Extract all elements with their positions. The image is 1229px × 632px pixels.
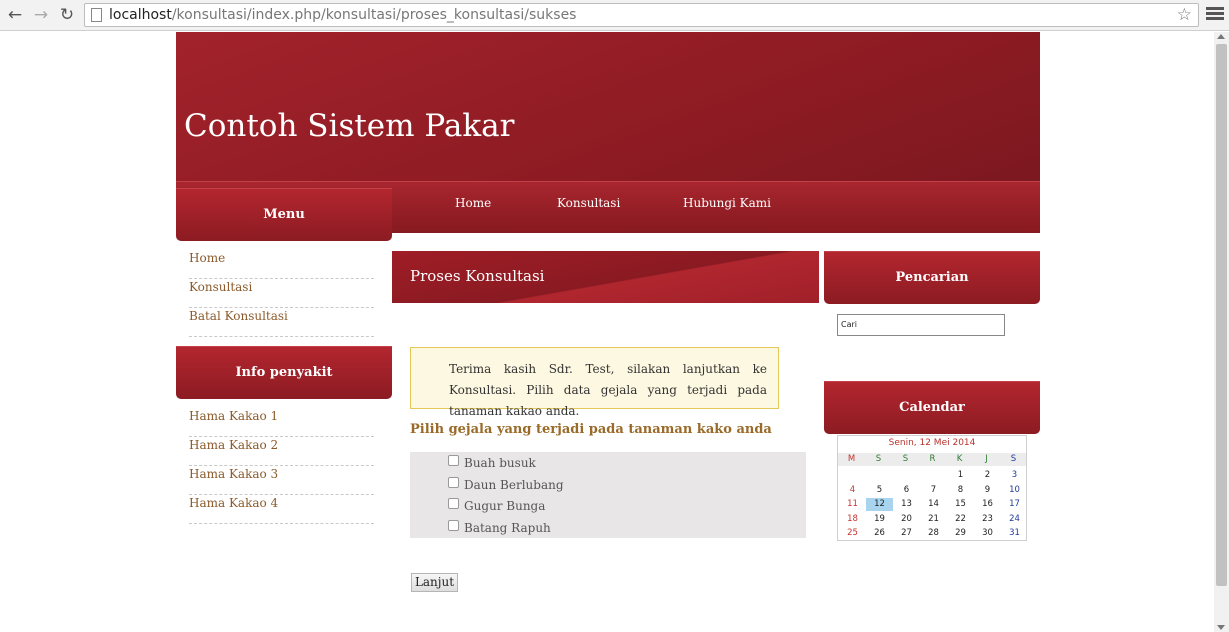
nav-home[interactable]: Home <box>455 196 491 210</box>
calendar-day[interactable]: 23 <box>974 513 1001 526</box>
info-message-text: Terima kasih Sdr. Test, silakan lanjutka… <box>449 362 767 418</box>
browser-toolbar: ← → ↻ localhost/konsultasi/index.php/kon… <box>0 0 1229 31</box>
url-text: localhost/konsultasi/index.php/konsultas… <box>109 7 577 23</box>
scroll-up-arrow-icon[interactable] <box>1217 34 1225 39</box>
symptom-list: Buah busuk Daun Berlubang Gugur Bunga Ba… <box>410 452 806 538</box>
page-title: Proses Konsultasi <box>410 267 545 285</box>
calendar-day[interactable]: 3 <box>1001 469 1028 482</box>
calendar-weekday-header: J <box>985 454 988 464</box>
calendar-weekday-header: R <box>929 454 936 464</box>
symptom-checkbox[interactable] <box>448 498 459 509</box>
calendar-day[interactable]: 18 <box>839 513 866 526</box>
calendar-weekday-row: MSSRKJS <box>838 453 1026 466</box>
info-message-box: Terima kasih Sdr. Test, silakan lanjutka… <box>410 347 779 418</box>
calendar-day-today[interactable]: 12 <box>866 498 893 511</box>
calendar-day[interactable]: 1 <box>947 469 974 482</box>
calendar-day[interactable]: 30 <box>974 527 1001 540</box>
calendar-day[interactable]: 17 <box>1001 498 1028 511</box>
calendar-day[interactable]: 8 <box>947 484 974 497</box>
symptom-question: Pilih gejala yang terjadi pada tanaman k… <box>410 422 772 437</box>
calendar-day[interactable]: 29 <box>947 527 974 540</box>
sidebar-link-hama-kakao-4[interactable]: Hama Kakao 4 <box>189 495 374 524</box>
calendar-day[interactable]: 14 <box>920 498 947 511</box>
bookmark-star-icon[interactable]: ☆ <box>1177 5 1192 25</box>
calendar-day[interactable]: 6 <box>893 484 920 497</box>
site-title: Contoh Sistem Pakar <box>184 108 515 144</box>
calendar-day[interactable]: 24 <box>1001 513 1028 526</box>
content-header: Proses Konsultasi <box>392 251 819 303</box>
page-icon <box>91 8 102 22</box>
menu-heading: Menu <box>176 188 392 241</box>
calendar-date-label: Senin, 12 Mei 2014 <box>888 438 976 448</box>
calendar-day[interactable]: 25 <box>839 527 866 540</box>
sidebar-link-konsultasi[interactable]: Konsultasi <box>189 279 374 308</box>
sidebar-link-hama-kakao-2[interactable]: Hama Kakao 2 <box>189 437 374 466</box>
browser-menu-icon[interactable] <box>1206 5 1224 25</box>
symptom-checkbox[interactable] <box>448 455 459 466</box>
calendar-day[interactable]: 10 <box>1001 484 1028 497</box>
symptom-checkbox[interactable] <box>448 477 459 488</box>
calendar-day[interactable]: 2 <box>974 469 1001 482</box>
nav-konsultasi[interactable]: Konsultasi <box>557 196 620 210</box>
calendar-weekday-header: S <box>1010 454 1017 464</box>
symptom-checkbox[interactable] <box>448 520 459 531</box>
calendar-day[interactable]: 19 <box>866 513 893 526</box>
page-scrollbar[interactable] <box>1214 32 1229 632</box>
calendar-day[interactable]: 7 <box>920 484 947 497</box>
info-penyakit-heading: Info penyakit <box>176 346 392 399</box>
calendar-day[interactable]: 20 <box>893 513 920 526</box>
back-icon[interactable]: ← <box>5 5 25 25</box>
scroll-thumb[interactable] <box>1216 44 1227 586</box>
lanjut-button[interactable]: Lanjut <box>411 573 458 592</box>
calendar-day[interactable]: 15 <box>947 498 974 511</box>
search-input[interactable]: Cari <box>837 314 1005 336</box>
sidebar-link-hama-kakao-1[interactable]: Hama Kakao 1 <box>189 408 374 437</box>
calendar-day[interactable]: 22 <box>947 513 974 526</box>
calendar-heading: Calendar <box>824 381 1040 434</box>
sidebar-link-batal-konsultasi[interactable]: Batal Konsultasi <box>189 308 374 337</box>
site-header: Contoh Sistem Pakar <box>176 32 1040 181</box>
calendar-day[interactable]: 4 <box>839 484 866 497</box>
address-bar[interactable]: localhost/konsultasi/index.php/konsultas… <box>84 3 1199 27</box>
calendar-widget: Senin, 12 Mei 2014 MSSRKJS 1 2 3 4 5 6 7 8 9 10 11… <box>837 435 1027 541</box>
forward-icon[interactable]: → <box>31 5 51 25</box>
scroll-down-arrow-icon[interactable] <box>1217 625 1225 630</box>
calendar-day[interactable]: 13 <box>893 498 920 511</box>
calendar-day[interactable]: 5 <box>866 484 893 497</box>
calendar-day[interactable]: 28 <box>920 527 947 540</box>
calendar-day[interactable]: 21 <box>920 513 947 526</box>
calendar-day[interactable]: 31 <box>1001 527 1028 540</box>
calendar-day[interactable]: 16 <box>974 498 1001 511</box>
nav-hubungi-kami[interactable]: Hubungi Kami <box>683 196 771 210</box>
sidebar-link-home[interactable]: Home <box>189 250 374 279</box>
search-heading: Pencarian <box>824 251 1040 304</box>
calendar-day[interactable]: 9 <box>974 484 1001 497</box>
sidebar-link-hama-kakao-3[interactable]: Hama Kakao 3 <box>189 466 374 495</box>
calendar-weekday-header: S <box>875 454 882 464</box>
calendar-day[interactable]: 11 <box>839 498 866 511</box>
calendar-day[interactable]: 27 <box>893 527 920 540</box>
calendar-weekday-header: S <box>902 454 909 464</box>
calendar-day[interactable]: 26 <box>866 527 893 540</box>
calendar-weekday-header: M <box>847 454 856 464</box>
calendar-weekday-header: K <box>956 454 963 464</box>
reload-icon[interactable]: ↻ <box>57 5 77 25</box>
